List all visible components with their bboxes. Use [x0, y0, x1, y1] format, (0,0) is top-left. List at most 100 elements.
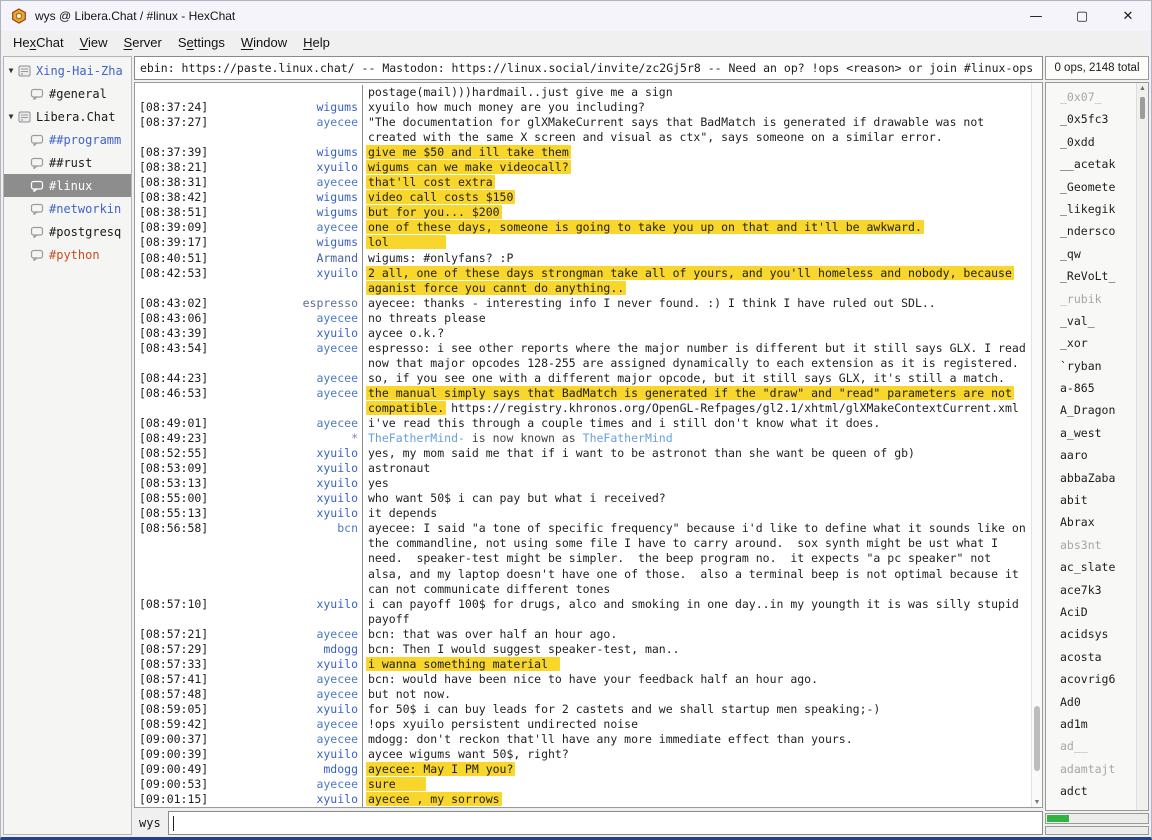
- menu-server[interactable]: Server: [116, 33, 170, 52]
- sidebar-item-liberachat[interactable]: ▼Libera.Chat: [4, 105, 131, 128]
- nick[interactable]: ayecee: [316, 777, 358, 792]
- text-segment: bcn: that was over half an hour ago.: [368, 627, 617, 641]
- nick[interactable]: *: [351, 431, 358, 446]
- user-list-item[interactable]: abit: [1046, 489, 1136, 511]
- nick[interactable]: ayecee: [316, 672, 358, 687]
- user-list-item[interactable]: aaro: [1046, 444, 1136, 466]
- nick[interactable]: Armand: [316, 251, 358, 266]
- nick[interactable]: espresso: [303, 296, 358, 311]
- user-list-item[interactable]: _0x07_: [1046, 86, 1136, 108]
- user-list-item[interactable]: a-865: [1046, 377, 1136, 399]
- user-list-item[interactable]: _rubik: [1046, 288, 1136, 310]
- user-list-item[interactable]: __acetak: [1046, 153, 1136, 175]
- message-input[interactable]: [168, 811, 1043, 835]
- user-list-item[interactable]: _qw: [1046, 243, 1136, 265]
- nick[interactable]: ayecee: [316, 311, 358, 326]
- nick[interactable]: xyuilo: [316, 446, 358, 461]
- user-list-item[interactable]: _ReVoLt_: [1046, 265, 1136, 287]
- topic-input[interactable]: ebin: https://paste.linux.chat/ -- Masto…: [134, 56, 1043, 80]
- nick[interactable]: xyuilo: [316, 657, 358, 672]
- nick[interactable]: ayecee: [316, 371, 358, 386]
- nick[interactable]: bcn: [337, 521, 358, 536]
- chat-scrollbar-thumb[interactable]: [1034, 706, 1040, 771]
- nick[interactable]: ayecee: [316, 687, 358, 702]
- chat-scroll-down-icon[interactable]: ▼: [1032, 799, 1042, 806]
- user-list-item[interactable]: adamtajt: [1046, 758, 1136, 780]
- user-list-item[interactable]: A_Dragon: [1046, 399, 1136, 421]
- nick[interactable]: wigums: [316, 205, 358, 220]
- close-button[interactable]: ✕: [1105, 1, 1151, 31]
- user-list-item[interactable]: Ad0: [1046, 691, 1136, 713]
- nick[interactable]: ayecee: [316, 175, 358, 190]
- own-nick-label[interactable]: wys: [134, 816, 168, 830]
- user-list-item[interactable]: ad__: [1046, 735, 1136, 757]
- menu-settings[interactable]: Settings: [170, 33, 233, 52]
- userlist-scroll-up-icon[interactable]: ▲: [1137, 85, 1148, 92]
- menu-hexchat[interactable]: HexChat: [5, 33, 72, 52]
- sidebar-item-linux[interactable]: #linux: [4, 174, 131, 197]
- user-list-item[interactable]: Abrax: [1046, 511, 1136, 533]
- user-list-item[interactable]: _0xdd: [1046, 131, 1136, 153]
- nick[interactable]: wigums: [316, 190, 358, 205]
- user-list-item[interactable]: _ndersco: [1046, 220, 1136, 242]
- user-list-item[interactable]: _xor: [1046, 332, 1136, 354]
- user-list-item[interactable]: ace7k3: [1046, 579, 1136, 601]
- nick[interactable]: xyuilo: [316, 491, 358, 506]
- nick[interactable]: xyuilo: [316, 702, 358, 717]
- nick[interactable]: xyuilo: [316, 747, 358, 762]
- sidebar-item-programm[interactable]: ##programm: [4, 128, 131, 151]
- chat-scrollbar[interactable]: ▼: [1031, 83, 1042, 807]
- user-list-item[interactable]: `ryban: [1046, 355, 1136, 377]
- nick[interactable]: mdogg: [323, 762, 358, 777]
- nick[interactable]: ayecee: [316, 220, 358, 235]
- user-list-item[interactable]: acosta: [1046, 646, 1136, 668]
- user-list-item[interactable]: _likegik: [1046, 198, 1136, 220]
- nick[interactable]: mdogg: [323, 642, 358, 657]
- tree-expander-icon[interactable]: ▼: [4, 66, 18, 75]
- sidebar-item-rust[interactable]: ##rust: [4, 151, 131, 174]
- tree-expander-icon[interactable]: ▼: [4, 112, 18, 121]
- nick[interactable]: xyuilo: [316, 326, 358, 341]
- user-list-item[interactable]: _0x5fc3: [1046, 108, 1136, 130]
- menu-help[interactable]: Help: [295, 33, 338, 52]
- nick[interactable]: ayecee: [316, 341, 358, 356]
- nick[interactable]: xyuilo: [316, 476, 358, 491]
- nick[interactable]: xyuilo: [316, 461, 358, 476]
- sidebar-item-xinghaizha[interactable]: ▼Xing-Hai-Zha: [4, 59, 131, 82]
- nick[interactable]: wigums: [316, 100, 358, 115]
- nick[interactable]: xyuilo: [316, 597, 358, 612]
- menu-view[interactable]: View: [72, 33, 116, 52]
- user-list-item[interactable]: acovrig6: [1046, 668, 1136, 690]
- sidebar-item-general[interactable]: #general: [4, 82, 131, 105]
- nick[interactable]: ayecee: [316, 627, 358, 642]
- user-list-item[interactable]: ac_slate: [1046, 556, 1136, 578]
- nick[interactable]: xyuilo: [316, 792, 358, 807]
- userlist-scrollbar[interactable]: ▲: [1136, 83, 1148, 810]
- userlist-scrollbar-thumb[interactable]: [1140, 97, 1145, 119]
- sidebar-item-python[interactable]: #python: [4, 243, 131, 266]
- nick[interactable]: ayecee: [316, 717, 358, 732]
- nick[interactable]: xyuilo: [316, 160, 358, 175]
- nick[interactable]: wigums: [316, 235, 358, 250]
- nick[interactable]: ayecee: [316, 386, 358, 401]
- nick[interactable]: ayecee: [316, 416, 358, 431]
- nick[interactable]: wigums: [316, 145, 358, 160]
- nick[interactable]: xyuilo: [316, 266, 358, 281]
- user-list-item[interactable]: AciD: [1046, 601, 1136, 623]
- sidebar-item-postgresq[interactable]: #postgresq: [4, 220, 131, 243]
- user-list-item[interactable]: acidsys: [1046, 623, 1136, 645]
- sidebar-item-networkin[interactable]: #networkin: [4, 197, 131, 220]
- user-list-item[interactable]: _val_: [1046, 310, 1136, 332]
- user-list-item[interactable]: a_west: [1046, 422, 1136, 444]
- maximize-button[interactable]: ▢: [1059, 1, 1105, 31]
- menu-window[interactable]: Window: [233, 33, 295, 52]
- minimize-button[interactable]: —: [1013, 1, 1059, 31]
- user-list-item[interactable]: abs3nt: [1046, 534, 1136, 556]
- user-list-item[interactable]: ad1m: [1046, 713, 1136, 735]
- nick[interactable]: xyuilo: [316, 506, 358, 521]
- nick[interactable]: ayecee: [316, 115, 358, 130]
- user-list-item[interactable]: _Geomete: [1046, 176, 1136, 198]
- user-list-item[interactable]: abbaZaba: [1046, 467, 1136, 489]
- nick[interactable]: ayecee: [316, 732, 358, 747]
- user-list-item[interactable]: adct: [1046, 780, 1136, 802]
